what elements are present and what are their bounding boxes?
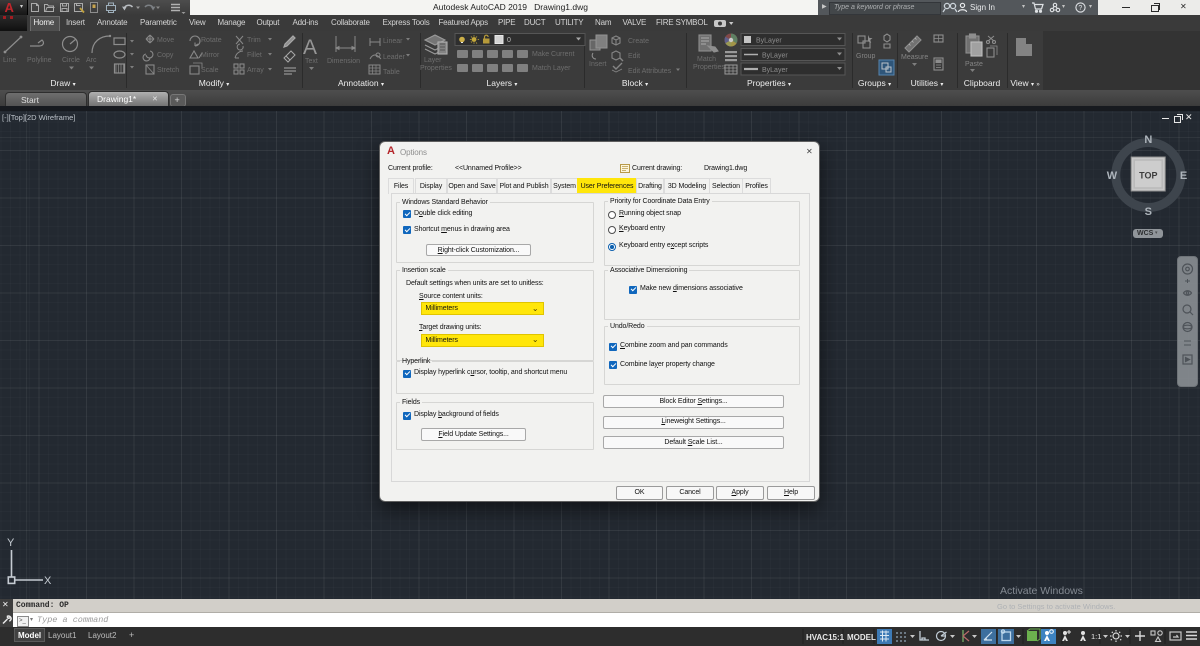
svg-text:ByLayer: ByLayer xyxy=(762,53,788,60)
svg-text:ByLayer: ByLayer xyxy=(756,38,782,45)
svg-text:Fillet: Fillet xyxy=(247,52,262,59)
svg-text:A: A xyxy=(303,36,317,59)
svg-text:S: S xyxy=(1145,206,1152,218)
svg-text:Rotate: Rotate xyxy=(201,37,222,44)
svg-text:W: W xyxy=(1107,170,1118,182)
svg-text:Insert: Insert xyxy=(589,61,607,68)
svg-text:Create: Create xyxy=(628,38,649,45)
svg-text:Line: Line xyxy=(3,57,16,64)
svg-text:Measure: Measure xyxy=(901,54,928,61)
svg-text:Trim: Trim xyxy=(247,37,261,44)
svg-text:Layer: Layer xyxy=(424,57,442,64)
svg-text:Properties: Properties xyxy=(420,65,452,72)
svg-text:Text: Text xyxy=(305,58,318,65)
svg-text:Y: Y xyxy=(7,537,15,549)
svg-text:E: E xyxy=(1180,170,1187,182)
svg-text:Linear: Linear xyxy=(383,38,403,45)
svg-text:?: ? xyxy=(1078,5,1082,12)
svg-text:Properties: Properties xyxy=(693,64,725,71)
svg-text:Edit: Edit xyxy=(628,53,640,60)
svg-text:Arc: Arc xyxy=(86,57,97,64)
svg-text:Paste: Paste xyxy=(965,61,983,68)
svg-text:Match: Match xyxy=(697,56,716,63)
svg-text:N: N xyxy=(1144,134,1152,146)
svg-text:Leader: Leader xyxy=(383,54,405,61)
svg-text:HVAC15:1: HVAC15:1 xyxy=(806,633,845,642)
svg-text:Polyline: Polyline xyxy=(27,57,52,64)
svg-text:Match Layer: Match Layer xyxy=(532,65,571,72)
svg-text:Dimension: Dimension xyxy=(327,58,360,65)
svg-text:Table: Table xyxy=(383,69,400,76)
svg-text:Edit Attributes: Edit Attributes xyxy=(628,68,672,75)
svg-text:0: 0 xyxy=(507,37,511,44)
svg-text:Copy: Copy xyxy=(157,52,174,59)
svg-text:Array: Array xyxy=(247,67,264,74)
svg-text:TOP: TOP xyxy=(1139,171,1157,181)
svg-text:ByLayer: ByLayer xyxy=(762,67,788,74)
svg-text:1:1: 1:1 xyxy=(1091,632,1101,641)
svg-text:Stretch: Stretch xyxy=(157,67,179,74)
svg-text:Circle: Circle xyxy=(62,57,80,64)
svg-text:Scale: Scale xyxy=(201,67,219,74)
svg-text:Group: Group xyxy=(856,53,876,60)
svg-text:Make Current: Make Current xyxy=(532,51,574,58)
svg-text:MODEL: MODEL xyxy=(847,633,876,642)
svg-text:X: X xyxy=(44,575,52,587)
svg-text:Mirror: Mirror xyxy=(201,52,220,59)
svg-text:Move: Move xyxy=(157,37,174,44)
